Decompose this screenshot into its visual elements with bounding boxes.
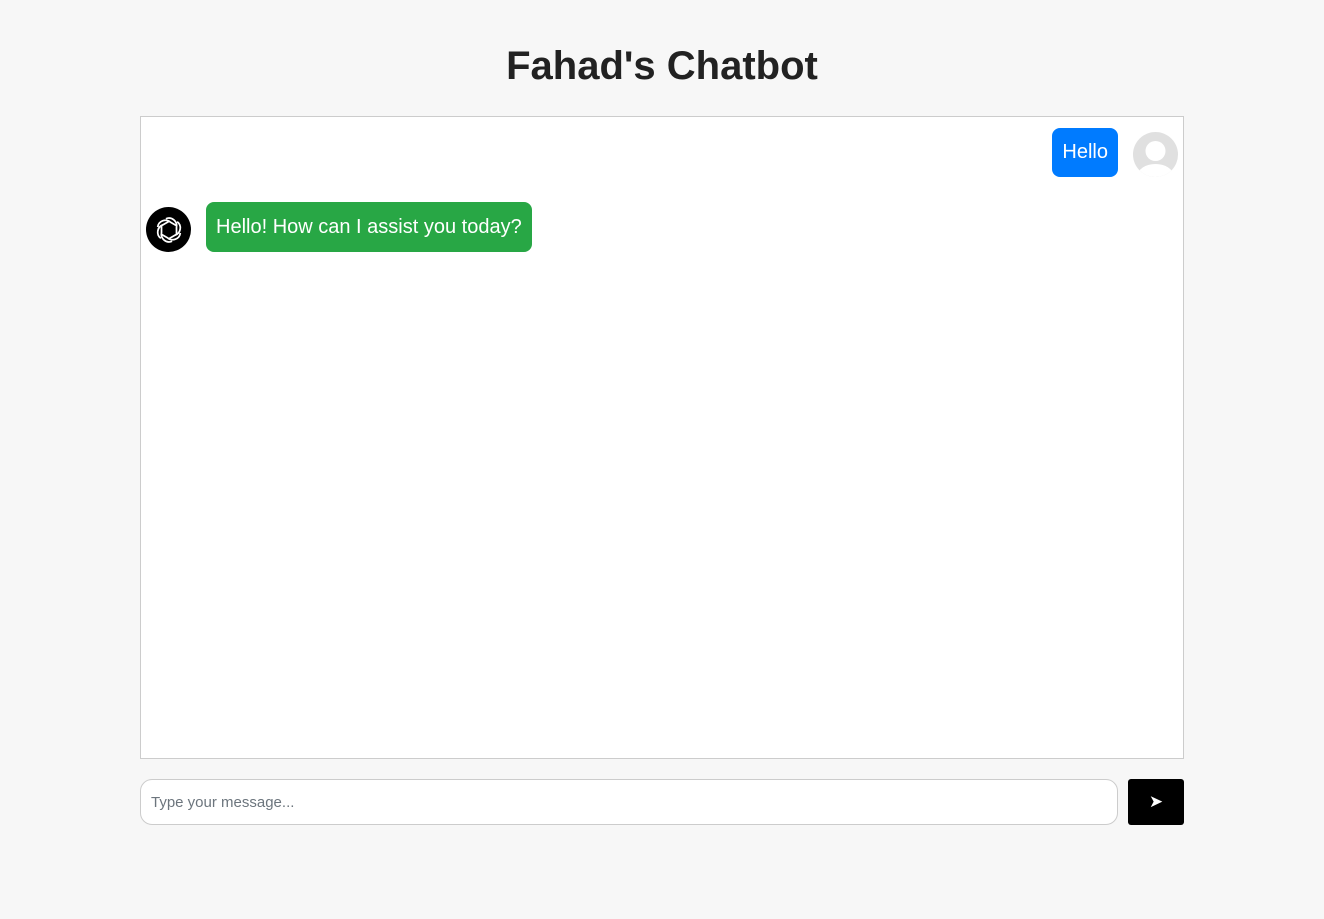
send-arrow-icon: ➤ [1148, 792, 1164, 812]
user-avatar-icon [1133, 132, 1178, 177]
user-message-bubble: Hello [1052, 128, 1118, 177]
send-button[interactable]: ➤ [1128, 779, 1184, 825]
chat-window[interactable]: Hello Hello! How can I assist you today? [140, 116, 1184, 759]
openai-logo-icon [146, 207, 191, 252]
message-input[interactable] [140, 779, 1118, 825]
bot-message-bubble: Hello! How can I assist you today? [206, 202, 532, 252]
page-title: Fahad's Chatbot [506, 44, 818, 88]
